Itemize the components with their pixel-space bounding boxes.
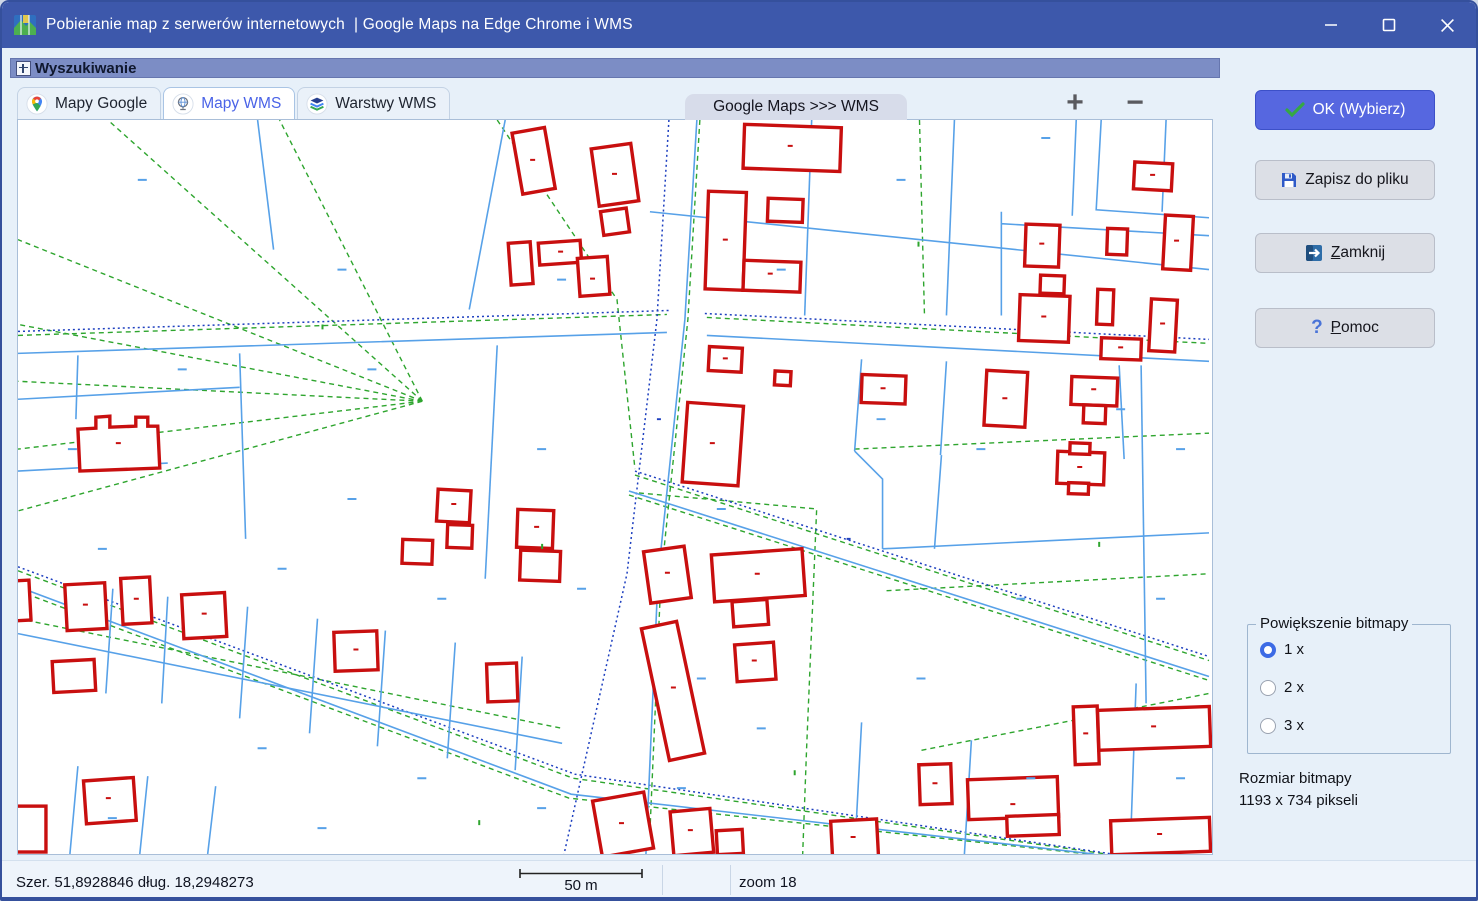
tab-label: Mapy WMS: [201, 95, 281, 113]
status-separator: [730, 865, 731, 895]
radio-2x-label: 2 x: [1284, 679, 1304, 696]
google-maps-pin-icon: [26, 93, 48, 115]
window-controls: [1302, 2, 1476, 48]
close-icon: [1440, 18, 1455, 33]
ok-button[interactable]: OK (Wybierz): [1255, 90, 1435, 130]
map-zoom-out-button[interactable]: −: [1112, 88, 1158, 118]
radio-icon: [1260, 642, 1276, 658]
layers-icon: [306, 93, 328, 115]
tab-mapy-wms[interactable]: Mapy WMS: [163, 87, 295, 119]
zoom-level-readout: zoom 18: [739, 874, 797, 891]
expand-plus-icon[interactable]: [16, 61, 31, 76]
save-to-file-button[interactable]: Zapisz do pliku: [1255, 160, 1435, 200]
close-button-label: Zamknij: [1331, 244, 1385, 262]
radio-1x[interactable]: 1 x: [1260, 641, 1304, 658]
floppy-disk-icon: [1281, 172, 1297, 188]
tab-mapy-google[interactable]: Mapy Google: [17, 87, 161, 119]
radio-1x-label: 1 x: [1284, 641, 1304, 658]
tab-warstwy-wms[interactable]: Warstwy WMS: [297, 87, 450, 119]
exit-arrow-icon: [1305, 244, 1323, 262]
title-bar: Pobieranie map z serwerów internetowych …: [2, 2, 1476, 48]
globe-icon: [172, 93, 194, 115]
save-button-label: Zapisz do pliku: [1305, 171, 1408, 189]
coordinates-readout: Szer. 51,8928846 dług. 18,2948273: [16, 874, 254, 891]
maximize-icon: [1382, 18, 1396, 32]
radio-3x[interactable]: 3 x: [1260, 717, 1304, 734]
bitmap-zoom-group: Powiększenie bitmapy 1 x 2 x 3 x: [1247, 624, 1451, 754]
radio-3x-label: 3 x: [1284, 717, 1304, 734]
check-icon: [1285, 102, 1305, 118]
tab-label: Mapy Google: [55, 95, 147, 113]
search-section-bar[interactable]: Wyszukiwanie: [10, 58, 1220, 78]
status-separator: [662, 865, 663, 895]
app-map-icon: [13, 14, 37, 36]
help-button-label: Pomoc: [1331, 319, 1379, 337]
tab-strip: Mapy Google Mapy WMS Warstwy WMS: [17, 86, 452, 119]
ok-button-label: OK (Wybierz): [1313, 101, 1406, 119]
direction-label: Google Maps >>> WMS: [685, 94, 907, 120]
radio-icon: [1260, 718, 1276, 734]
bitmap-size-value: 1193 x 734 pikseli: [1239, 792, 1358, 809]
close-dialog-button[interactable]: Zamknij: [1255, 233, 1435, 273]
question-mark-icon: ?: [1311, 317, 1323, 339]
radio-icon: [1260, 680, 1276, 696]
app-window: Pobieranie map z serwerów internetowych …: [0, 0, 1478, 901]
map-zoom-in-button[interactable]: +: [1052, 88, 1098, 118]
bitmap-zoom-legend: Powiększenie bitmapy: [1256, 615, 1412, 632]
status-bar: Szer. 51,8928846 dług. 18,2948273 50 m z…: [2, 860, 1476, 900]
map-viewport: [17, 119, 1213, 855]
help-button[interactable]: ? Pomoc: [1255, 308, 1435, 348]
scale-label: 50 m: [517, 877, 645, 894]
minimize-button[interactable]: [1302, 2, 1360, 48]
minimize-icon: [1324, 18, 1338, 32]
wms-map-canvas[interactable]: [18, 120, 1212, 854]
search-section-label: Wyszukiwanie: [35, 60, 136, 77]
tab-label: Warstwy WMS: [335, 95, 436, 113]
window-title: Pobieranie map z serwerów internetowych …: [46, 16, 633, 34]
close-button[interactable]: [1418, 2, 1476, 48]
maximize-button[interactable]: [1360, 2, 1418, 48]
bitmap-size-title: Rozmiar bitmapy: [1239, 770, 1352, 787]
radio-2x[interactable]: 2 x: [1260, 679, 1304, 696]
